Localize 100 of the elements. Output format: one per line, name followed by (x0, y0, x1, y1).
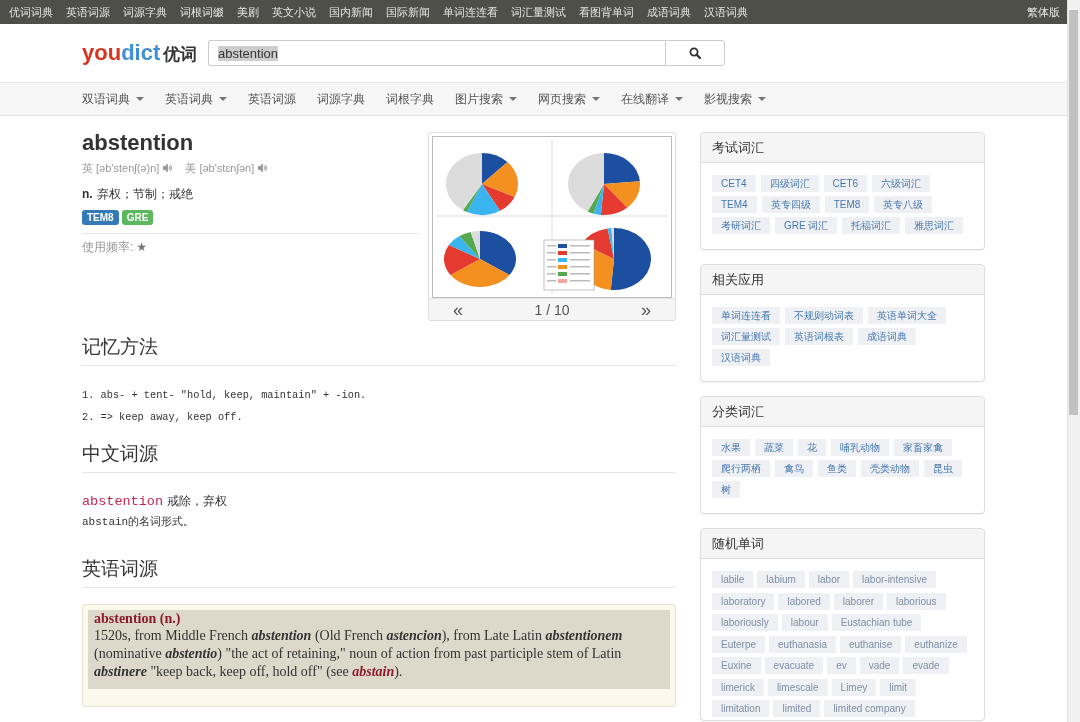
top-nav-link[interactable]: 词根词缀 (180, 5, 224, 19)
tag-link[interactable]: TEM4 (712, 196, 757, 213)
mnemonic-item: 1. abs- + tent- "hold, keep, maintain" + -ion. (82, 388, 367, 403)
word-link[interactable]: limescale (767, 678, 828, 696)
word-link[interactable]: labor (808, 571, 850, 588)
word-link[interactable]: laboriously (712, 614, 778, 631)
word-link[interactable]: limited (773, 700, 821, 717)
nav-menu-item[interactable]: 词源字典 (317, 91, 365, 107)
word-link[interactable]: evade (903, 657, 949, 674)
section-heading: 英语词源 (82, 558, 158, 580)
top-nav-link[interactable]: 国内新闻 (329, 5, 373, 19)
word-link[interactable]: limitation (712, 700, 770, 717)
tag-link[interactable]: 雅思词汇 (905, 217, 964, 234)
word-link[interactable]: laborious (886, 592, 946, 610)
word-link[interactable]: Euterpe (712, 635, 766, 653)
top-nav-link[interactable]: 成语词典 (647, 5, 691, 19)
exam-tag[interactable]: GRE (121, 210, 154, 225)
site-logo[interactable]: youdict优词 (82, 40, 196, 66)
top-nav-link[interactable]: 看图背单词 (579, 5, 634, 19)
tag-link[interactable]: 家畜家禽 (894, 439, 952, 456)
etymology-heading: abstention (n.) (94, 611, 181, 627)
etymology-link[interactable]: abstain (352, 664, 395, 679)
word-link[interactable]: labium (757, 571, 805, 588)
term-gloss: 戒除，弃权 (167, 493, 227, 510)
tag-link[interactable]: 成语词典 (858, 328, 916, 345)
top-nav-link[interactable]: 词源字典 (123, 5, 167, 19)
tag-link[interactable]: 树 (712, 481, 740, 498)
tag-link[interactable]: 不规则动词表 (785, 307, 863, 324)
nav-menu-item[interactable]: 影视搜索 (704, 91, 766, 107)
scrollbar-thumb[interactable] (1069, 10, 1078, 415)
word-link[interactable]: limerick (712, 678, 764, 696)
tag-link[interactable]: 爬行两栖 (712, 460, 770, 477)
tag-link[interactable]: 蔬菜 (755, 439, 793, 456)
previous-image-button[interactable]: « (453, 300, 463, 319)
tag-link[interactable]: 花 (798, 439, 826, 456)
search-icon (689, 47, 701, 59)
word-link[interactable]: limited company (824, 700, 915, 717)
tag-link[interactable]: TEM8 (824, 196, 870, 213)
word-link[interactable]: labor-intensive (853, 571, 937, 588)
nav-menu-item[interactable]: 图片搜索 (455, 91, 517, 107)
nav-menu-item[interactable]: 双语词典 (82, 91, 144, 107)
top-nav-link[interactable]: 汉语词典 (704, 5, 748, 19)
top-nav-link[interactable]: 单词连连看 (443, 5, 498, 19)
nav-menu-item[interactable]: 英语词典 (165, 91, 227, 107)
tag-link[interactable]: 汉语词典 (712, 349, 770, 366)
word-link[interactable]: euthanasia (769, 635, 836, 653)
search-field[interactable]: abstention (208, 40, 665, 66)
word-link[interactable]: labored (778, 592, 830, 610)
tag-link[interactable]: CET6 (823, 175, 868, 192)
top-nav-link[interactable]: 国际新闻 (386, 5, 430, 19)
tag-link[interactable]: GRE 词汇 (775, 217, 838, 234)
word-link[interactable]: vade (859, 657, 900, 674)
panel-title: 分类词汇 (712, 402, 764, 421)
word-link[interactable]: labour (781, 614, 828, 631)
word-link[interactable]: ev (827, 657, 856, 674)
word-link[interactable]: Eustachian tube (831, 614, 922, 631)
top-nav-link[interactable]: 词汇量测试 (511, 5, 566, 19)
word-link[interactable]: euthanise (839, 635, 902, 653)
speaker-icon[interactable] (163, 164, 174, 172)
scrollbar[interactable] (1067, 0, 1080, 722)
top-nav-link[interactable]: 美剧 (237, 5, 259, 19)
tag-link[interactable]: 英语词根表 (785, 328, 853, 345)
word-link[interactable]: laboratory (712, 592, 775, 610)
tag-link[interactable]: 托福词汇 (842, 217, 901, 234)
word-link[interactable]: evacuate (764, 657, 824, 674)
nav-menu-item[interactable]: 英语词源 (248, 91, 296, 107)
tag-link[interactable]: 四级词汇 (760, 175, 819, 192)
search-button[interactable] (665, 40, 725, 66)
tag-link[interactable]: 水果 (712, 439, 750, 456)
top-nav-link[interactable]: 英语词源 (66, 5, 110, 19)
nav-menu-item[interactable]: 词根字典 (386, 91, 434, 107)
top-nav-link[interactable]: 英文小说 (272, 5, 316, 19)
word-link[interactable]: Limey (831, 678, 877, 696)
word-link[interactable]: labile (712, 571, 754, 588)
tag-link[interactable]: 哺乳动物 (831, 439, 889, 456)
tag-link[interactable]: 英语单词大全 (868, 307, 946, 324)
tag-link[interactable]: 壳类动物 (861, 460, 919, 477)
word-link[interactable]: laborer (833, 592, 883, 610)
top-nav-link[interactable]: 优词词典 (9, 5, 53, 19)
section-heading: 记忆方法 (82, 336, 158, 358)
nav-menu-item[interactable]: 网页搜索 (538, 91, 600, 107)
tag-link[interactable]: 禽鸟 (775, 460, 813, 477)
tag-link[interactable]: 英专四级 (761, 196, 820, 213)
word-link[interactable]: Euxine (712, 657, 761, 674)
exam-tag[interactable]: TEM8 (82, 210, 119, 225)
tag-link[interactable]: 鱼类 (818, 460, 856, 477)
word-link[interactable]: limit (880, 678, 917, 696)
next-image-button[interactable]: » (641, 300, 651, 319)
chart-legend-drawing (543, 239, 595, 291)
speaker-icon[interactable] (258, 164, 269, 172)
nav-menu-item[interactable]: 在线翻译 (621, 91, 683, 107)
word-link[interactable]: euthanize (905, 635, 967, 653)
tag-link[interactable]: 六级词汇 (872, 175, 931, 192)
tag-link[interactable]: CET4 (712, 175, 756, 192)
tag-link[interactable]: 考研词汇 (712, 217, 770, 234)
tag-link[interactable]: 英专八级 (874, 196, 933, 213)
tag-link[interactable]: 昆虫 (924, 460, 962, 477)
traditional-chinese-link[interactable]: 繁体版 (1027, 5, 1060, 19)
tag-link[interactable]: 单词连连看 (712, 307, 780, 324)
tag-link[interactable]: 词汇量测试 (712, 328, 780, 345)
